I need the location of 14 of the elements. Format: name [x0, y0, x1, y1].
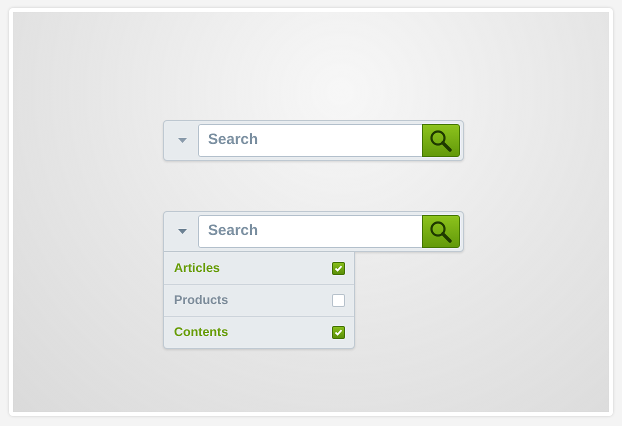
option-label: Products [174, 292, 228, 310]
search-field[interactable]: Search [198, 124, 422, 157]
search-button[interactable] [422, 215, 460, 248]
search-icon [429, 220, 453, 244]
caret-icon [178, 229, 187, 234]
checkbox[interactable] [332, 326, 345, 339]
checkbox[interactable] [332, 294, 345, 307]
caret-icon [178, 138, 187, 143]
checkbox[interactable] [332, 262, 345, 274]
search-button[interactable] [422, 124, 460, 157]
option-label: Contents [174, 324, 228, 342]
search-icon [429, 128, 453, 152]
search-field[interactable]: Search [198, 215, 422, 248]
option-label: Articles [174, 260, 220, 277]
